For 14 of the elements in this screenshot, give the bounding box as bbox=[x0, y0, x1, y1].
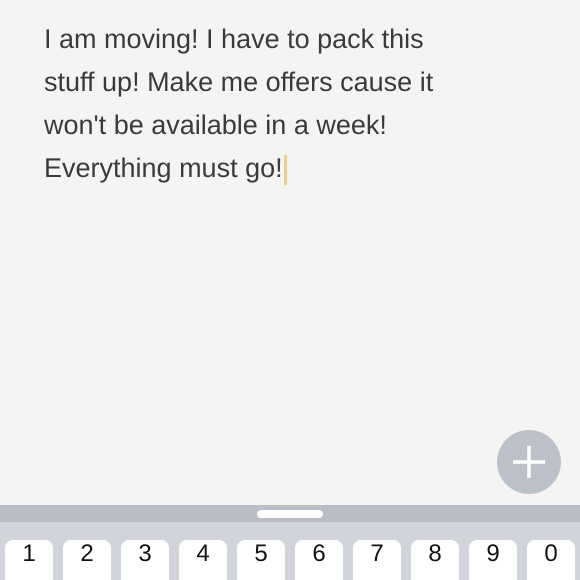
key[interactable]: 4 bbox=[179, 540, 227, 580]
key[interactable]: 0 bbox=[527, 540, 575, 580]
key[interactable]: 7 bbox=[353, 540, 401, 580]
note-text[interactable]: I am moving! I have to pack this stuff up! Make me offers cause it won't be available in a week! Everything must go! bbox=[44, 18, 434, 190]
text-cursor bbox=[284, 154, 287, 185]
key[interactable]: 3 bbox=[121, 540, 169, 580]
key[interactable]: 2 bbox=[63, 540, 111, 580]
grab-handle[interactable] bbox=[257, 510, 323, 518]
key[interactable]: 9 bbox=[469, 540, 517, 580]
key[interactable]: 8 bbox=[411, 540, 459, 580]
key[interactable]: 6 bbox=[295, 540, 343, 580]
key[interactable]: 1 bbox=[5, 540, 53, 580]
key[interactable]: 5 bbox=[237, 540, 285, 580]
plus-icon bbox=[512, 445, 546, 479]
